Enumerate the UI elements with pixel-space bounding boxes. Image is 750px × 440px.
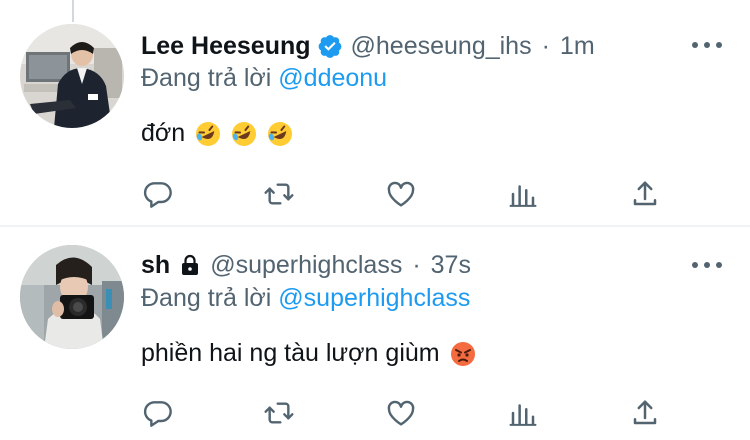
avatar[interactable] <box>20 245 124 349</box>
timestamp[interactable]: 37s <box>431 251 471 280</box>
reply-icon[interactable] <box>138 174 178 214</box>
mention-link[interactable]: @superhighclass <box>278 284 470 312</box>
analytics-icon[interactable] <box>503 393 543 433</box>
reply-icon[interactable] <box>138 393 178 433</box>
like-icon[interactable] <box>381 174 421 214</box>
rofl-emoji-icon <box>267 121 293 147</box>
like-icon[interactable] <box>381 393 421 433</box>
share-icon[interactable] <box>625 393 665 433</box>
replying-to-label: Đang trả lời <box>141 64 279 92</box>
handle[interactable]: @heeseung_ihs <box>351 32 532 61</box>
replying-to: Đang trả lời @superhighclass <box>141 284 470 313</box>
handle[interactable]: @superhighclass <box>210 251 402 280</box>
separator-dot: · <box>541 31 550 60</box>
tweet-text: đớn <box>141 119 293 148</box>
share-icon[interactable] <box>625 174 665 214</box>
tweet-text-content: phiền hai ng tàu lượn giùm <box>141 339 440 367</box>
avatar[interactable] <box>20 24 124 128</box>
analytics-icon[interactable] <box>503 174 543 214</box>
tweet-actions <box>141 174 681 214</box>
rofl-emoji-icon <box>195 121 221 147</box>
protected-lock-icon <box>178 253 202 277</box>
display-name[interactable]: sh <box>141 251 170 280</box>
display-name[interactable]: Lee Heeseung <box>141 32 311 61</box>
timestamp[interactable]: 1m <box>560 32 595 61</box>
tweet-header: sh @superhighclass · 37s <box>141 248 471 282</box>
more-options-icon[interactable] <box>692 260 722 270</box>
mention-link[interactable]: @ddeonu <box>278 64 387 92</box>
tweet[interactable]: sh @superhighclass · 37s Đang trả lời @s… <box>0 227 750 440</box>
tweet-header: Lee Heeseung @heeseung_ihs · 1m <box>141 29 595 63</box>
replying-to-label: Đang trả lời <box>141 284 279 312</box>
rofl-emoji-icon <box>231 121 257 147</box>
retweet-icon[interactable] <box>259 393 299 433</box>
replying-to: Đang trả lời @ddeonu <box>141 64 387 93</box>
tweet-text: phiền hai ng tàu lượn giùm <box>141 339 476 368</box>
angry-face-emoji-icon <box>450 341 476 367</box>
tweet-text-content: đớn <box>141 119 186 147</box>
more-options-icon[interactable] <box>692 40 722 50</box>
tweet-actions <box>141 393 681 433</box>
retweet-icon[interactable] <box>259 174 299 214</box>
verified-badge-icon <box>317 33 343 59</box>
tweet[interactable]: Lee Heeseung @heeseung_ihs · 1m Đang trả… <box>0 0 750 226</box>
separator-dot: · <box>412 250 421 279</box>
